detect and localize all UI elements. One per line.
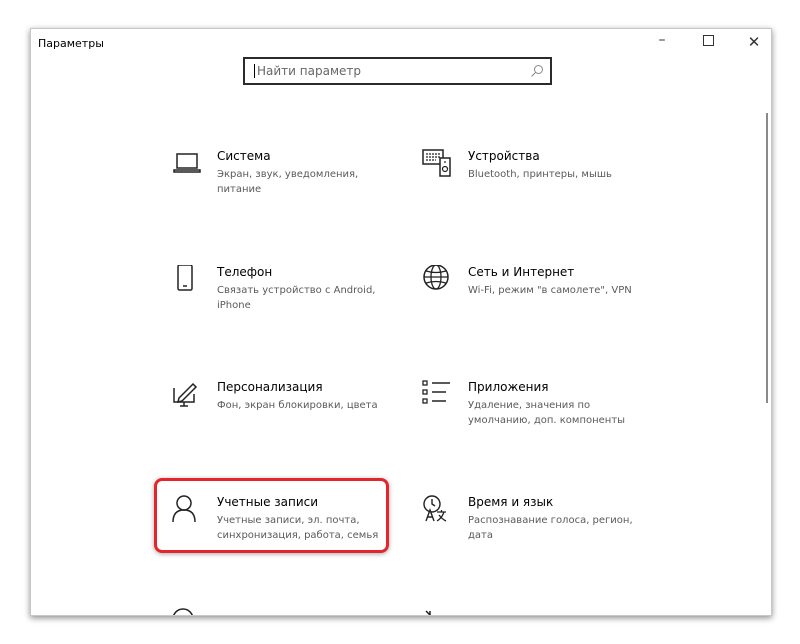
gaming-icon bbox=[173, 608, 193, 615]
tile-description: Связать устройство с Android, iPhone bbox=[217, 285, 376, 311]
highlight-box bbox=[154, 478, 389, 553]
tile-description: Bluetooth, принтеры, мышь bbox=[468, 169, 612, 180]
maximize-icon bbox=[702, 35, 714, 46]
tile-system[interactable]: Система Экран, звук, уведомления, питани… bbox=[171, 149, 401, 213]
search-icon bbox=[531, 65, 543, 77]
search-box[interactable] bbox=[243, 57, 552, 85]
tile-title: Устройства bbox=[468, 149, 540, 163]
personalization-icon bbox=[173, 382, 198, 407]
tile-personalization[interactable]: Персонализация Фон, экран блокировки, цв… bbox=[171, 380, 401, 444]
tile-title: Система bbox=[217, 149, 271, 163]
text-caret bbox=[254, 64, 255, 78]
tile-phone[interactable]: Телефон Связать устройство с Android, iP… bbox=[171, 265, 401, 329]
tile-devices[interactable]: Устройства Bluetooth, принтеры, мышь bbox=[422, 149, 652, 213]
tile-time-language[interactable]: Время и язык Распознавание голоса, регио… bbox=[422, 495, 652, 559]
window-title: Параметры bbox=[38, 37, 104, 50]
search-input[interactable] bbox=[257, 61, 517, 81]
laptop-icon bbox=[173, 153, 201, 173]
tile-network[interactable]: Сеть и Интернет Wi-Fi, режим "в самолете… bbox=[422, 265, 652, 329]
tile-description: Wi-Fi, режим "в самолете", VPN bbox=[468, 285, 632, 296]
tile-apps[interactable]: Приложения Удаление, значения по умолчан… bbox=[422, 380, 652, 444]
scrollbar[interactable] bbox=[766, 113, 768, 403]
tile-title: Приложения bbox=[468, 380, 549, 394]
accessibility-icon bbox=[425, 610, 431, 615]
tile-partial-left[interactable] bbox=[171, 607, 401, 615]
settings-window: Параметры – ✕ Система Экран, звук, уведо… bbox=[30, 28, 772, 616]
time-language-icon bbox=[423, 495, 447, 522]
phone-icon bbox=[177, 265, 193, 291]
close-button[interactable]: ✕ bbox=[731, 29, 771, 57]
tile-description: Удаление, значения по умолчанию, доп. ко… bbox=[468, 400, 626, 426]
globe-icon bbox=[423, 265, 449, 290]
tile-title: Персонализация bbox=[217, 380, 323, 394]
tile-title: Телефон bbox=[217, 265, 273, 279]
tile-description: Распознавание голоса, регион, дата bbox=[468, 515, 633, 541]
devices-icon bbox=[422, 149, 451, 177]
tile-description: Фон, экран блокировки, цвета bbox=[217, 400, 378, 411]
apps-list-icon bbox=[422, 380, 450, 404]
tile-title: Сеть и Интернет bbox=[468, 265, 575, 279]
maximize-button[interactable] bbox=[685, 29, 731, 57]
tile-partial-right[interactable] bbox=[422, 607, 652, 615]
tile-title: Время и язык bbox=[468, 495, 554, 509]
minimize-button[interactable]: – bbox=[639, 29, 685, 55]
tile-description: Экран, звук, уведомления, питание bbox=[217, 169, 359, 195]
